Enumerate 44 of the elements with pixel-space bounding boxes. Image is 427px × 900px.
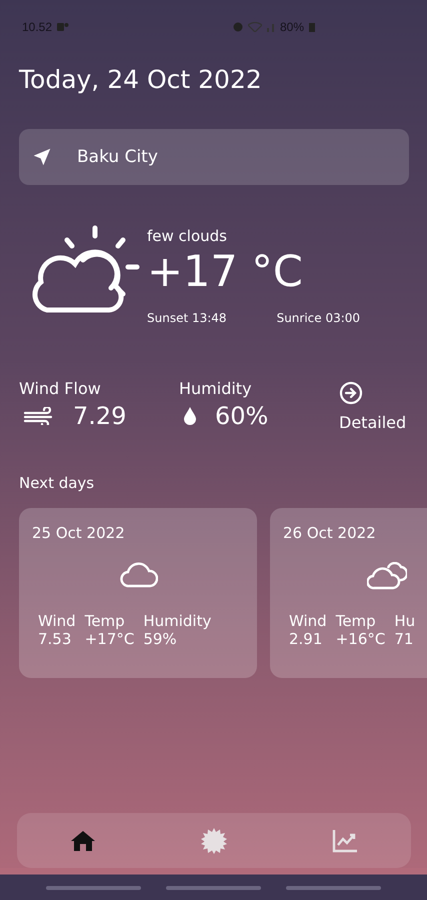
forecast-stat-label: Hu bbox=[394, 612, 416, 630]
clouds-icon bbox=[367, 562, 407, 590]
cloud-icon bbox=[120, 562, 158, 588]
forecast-stat-value: 71 bbox=[394, 630, 414, 648]
water-drop-icon bbox=[183, 407, 197, 425]
sun-icon bbox=[200, 828, 227, 854]
stat-label: Humidity bbox=[179, 379, 253, 398]
forecast-stat-value: 59% bbox=[143, 630, 178, 648]
app-notification-icon bbox=[57, 22, 70, 32]
location-arrow-icon bbox=[31, 146, 53, 168]
date-title: Today, 24 Oct 2022 bbox=[19, 65, 263, 94]
forecast-date: 25 Oct 2022 bbox=[32, 524, 126, 542]
forecast-stat-value: +17°C bbox=[84, 630, 134, 648]
arrow-circle-icon bbox=[339, 381, 363, 405]
weather-description: few clouds bbox=[147, 227, 228, 245]
forecast-card[interactable]: 25 Oct 2022 Wind 7.53 Temp +17°C Humidity 59% bbox=[19, 508, 257, 678]
stat-label: Wind Flow bbox=[19, 379, 102, 398]
sunset-time: Sunset 13:48 bbox=[147, 311, 227, 325]
alarm-icon bbox=[232, 22, 243, 32]
battery-icon bbox=[309, 22, 315, 32]
wifi-icon bbox=[248, 22, 262, 32]
location-field[interactable]: Baku City bbox=[19, 129, 409, 185]
forecast-stat-label: Temp bbox=[336, 612, 377, 630]
status-time: 10.52 bbox=[22, 20, 52, 34]
home-icon bbox=[70, 830, 96, 852]
signal-icon bbox=[266, 22, 275, 32]
forecast-stat-value: 7.53 bbox=[38, 630, 72, 648]
sunrise-time: Sunrice 03:00 bbox=[276, 311, 360, 325]
forecast-stat-label: Humidity bbox=[143, 612, 212, 630]
stat-value: 7.29 bbox=[73, 402, 126, 430]
detailed-button[interactable]: Detailed bbox=[339, 381, 406, 432]
wind-icon bbox=[23, 407, 55, 425]
forecast-stat-label: Wind bbox=[289, 612, 327, 630]
current-temperature: +17 °C bbox=[147, 247, 304, 297]
forecast-stat-value: 2.91 bbox=[289, 630, 324, 648]
forecast-stat-label: Wind bbox=[38, 612, 76, 630]
forecast-stat-label: Temp bbox=[84, 612, 126, 630]
stat-value: 60% bbox=[215, 402, 268, 430]
forecast-card[interactable]: 26 Oct 2022 Wind 2.91 Temp +16°C Hu 71 bbox=[270, 508, 427, 678]
forecast-stat-value: +16°C bbox=[336, 630, 386, 648]
forecast-date: 26 Oct 2022 bbox=[283, 524, 377, 542]
battery-level: 80% bbox=[280, 20, 304, 34]
line-chart-icon bbox=[332, 828, 358, 852]
section-heading: Next days bbox=[19, 474, 96, 492]
